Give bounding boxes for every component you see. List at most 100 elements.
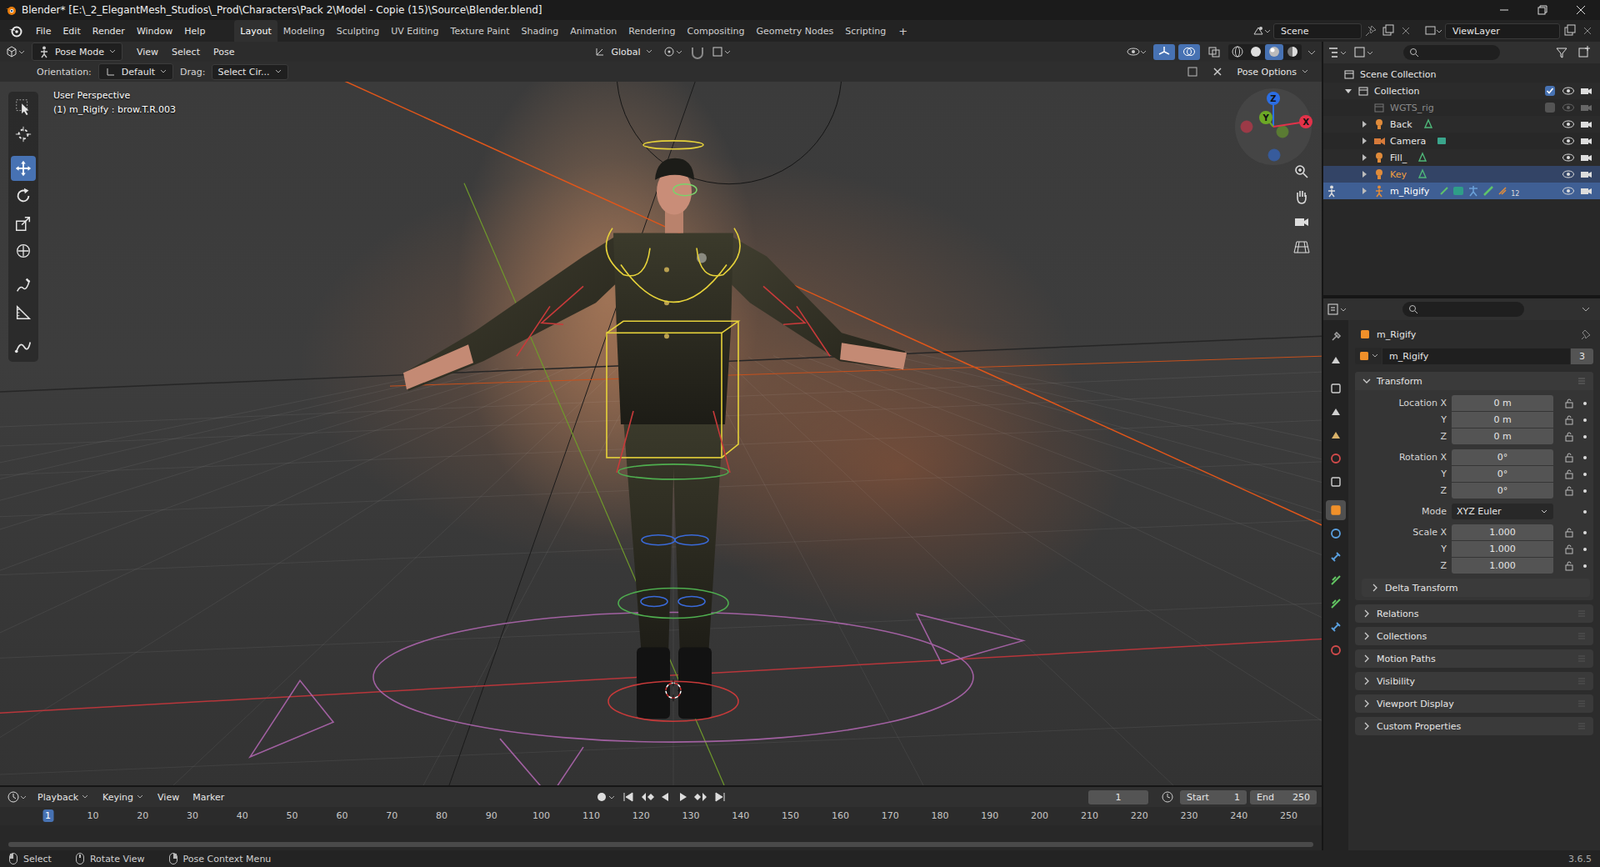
outliner-row[interactable]: Key [1323,165,1600,183]
select-tool[interactable] [10,94,36,120]
viewport-menu[interactable]: View [130,44,165,60]
perspective-grid-icon[interactable] [1291,236,1312,257]
properties-search[interactable] [1402,301,1525,317]
play-icon[interactable] [675,788,692,805]
rotation-mode-dropdown[interactable]: XYZ Euler [1451,503,1554,520]
drag-handle-icon[interactable] [1576,675,1587,686]
mode-dropdown[interactable]: Pose Mode [31,42,123,61]
lock-icon[interactable] [1563,414,1575,426]
timeline-scrollbar[interactable] [8,841,1314,847]
new-collection-icon[interactable] [1575,44,1595,61]
properties-editor-icon[interactable] [1325,300,1350,318]
collapsed-panel[interactable]: Visibility [1355,671,1594,690]
frame-tick[interactable]: 180 [929,809,952,822]
rig-controls[interactable] [516,140,830,721]
menu-item[interactable]: Help [178,23,211,40]
axis-Z[interactable]: Z [1266,91,1280,105]
workspace-tab[interactable]: Layout [234,20,277,42]
expand-arrow-icon[interactable] [1358,151,1370,164]
eye-icon[interactable] [1560,100,1576,115]
3d-cursor[interactable] [662,679,685,701]
keyframe-dot-icon[interactable] [1580,544,1590,555]
view-layer-field[interactable]: ViewLayer [1445,23,1560,40]
minimize-icon[interactable] [1485,0,1524,20]
frame-tick[interactable]: 220 [1128,809,1151,822]
eye-icon[interactable] [1560,117,1576,131]
display-mode-icon[interactable] [1351,44,1377,61]
drag-handle-icon[interactable] [1576,698,1587,709]
drag-handle-icon[interactable] [1576,375,1587,386]
pose-mode-icon[interactable] [1325,184,1339,198]
render-camera-icon[interactable] [1578,117,1594,131]
frame-tick[interactable]: 140 [729,809,752,822]
editor-type-icon[interactable] [3,43,29,60]
cursor-tool[interactable] [10,121,36,147]
frame-tick[interactable]: 210 [1078,809,1101,822]
tool-tab[interactable] [1325,326,1346,347]
menu-item[interactable]: Window [130,23,179,40]
pin-icon[interactable] [1580,327,1594,341]
keyframe-dot-icon[interactable] [1580,431,1590,442]
keyframe-dot-icon[interactable] [1580,506,1590,517]
jump-start-icon[interactable] [620,788,637,805]
lock-icon[interactable] [1563,485,1575,497]
orientation-dropdown[interactable]: Default [98,63,174,80]
pose-icon[interactable] [1466,184,1480,198]
bone-icon[interactable] [1481,184,1495,198]
options-icon[interactable] [1576,300,1595,318]
viewport-canvas[interactable]: User Perspective(1) m_Rigify : brow.T.R.… [0,81,1322,785]
restore-icon[interactable] [1523,0,1562,20]
frame-tick[interactable]: 160 [829,809,852,822]
pivot-point-icon[interactable] [660,43,686,60]
expand-arrow-icon[interactable] [1358,168,1370,180]
frame-tick[interactable]: 20 [134,809,151,822]
zoom-icon[interactable] [1291,161,1312,182]
keyframe-dot-icon[interactable] [1580,452,1590,463]
physics-tab[interactable] [1325,523,1346,544]
new-view-layer-icon[interactable] [1561,23,1579,39]
frame-tick[interactable]: 50 [284,809,301,822]
pose-tool[interactable] [10,334,36,360]
solid-shading-button[interactable] [1246,44,1265,60]
eye-icon[interactable] [1560,134,1576,148]
collapsed-panel[interactable]: Custom Properties [1355,716,1594,735]
frame-tick[interactable]: 30 [184,809,201,822]
scene-field[interactable]: Scene [1273,23,1362,40]
drag-handle-icon[interactable] [1576,720,1587,731]
clock-icon[interactable] [1158,788,1177,805]
frame-tick[interactable]: 250 [1277,809,1300,822]
start-frame-field[interactable]: Start1 [1180,790,1247,805]
timeline-menu[interactable]: Playback [31,789,95,805]
delete-scene-icon[interactable] [1398,23,1414,39]
constraint-icon[interactable] [1438,184,1450,198]
xray-toggle[interactable] [1203,44,1225,60]
timeline-menu[interactable]: Keying [96,789,150,805]
transform-tool[interactable] [10,238,36,264]
timeline-menu[interactable]: View [151,789,185,805]
keyframe-dot-icon[interactable] [1580,398,1590,409]
render-camera-icon[interactable] [1578,84,1594,98]
outliner-row[interactable]: Back [1323,115,1600,133]
viewport-menu[interactable]: Select [165,44,206,60]
camera-data-icon[interactable] [1435,134,1449,148]
workspace-tab[interactable]: Compositing [681,20,751,42]
move-tool[interactable] [10,155,36,181]
drag-handle-icon[interactable] [1576,608,1587,619]
workspace-tab[interactable]: Sculpting [330,20,385,42]
lock-icon[interactable] [1563,560,1575,572]
frame-tick[interactable]: 240 [1227,809,1250,822]
exclude-checkbox[interactable] [1545,85,1555,96]
scene-icon[interactable] [1251,23,1272,39]
render-camera-icon[interactable] [1578,100,1594,115]
user-count[interactable]: 3 [1570,348,1594,365]
menu-item[interactable]: Render [86,23,131,40]
frame-ruler[interactable]: 1102030405060708090100110120130140150160… [0,806,1322,825]
datablock-name-field[interactable]: m_Rigify [1382,348,1570,365]
armature-data-icon[interactable] [1451,184,1465,198]
frame-tick[interactable]: 80 [433,809,450,822]
visibility-icon[interactable] [1125,43,1150,60]
outliner-row[interactable]: WGTS_rig [1323,99,1600,116]
exclude-checkbox[interactable] [1545,102,1555,113]
lock-icon[interactable] [1563,451,1575,464]
collapsed-panel[interactable]: Relations [1355,604,1594,623]
